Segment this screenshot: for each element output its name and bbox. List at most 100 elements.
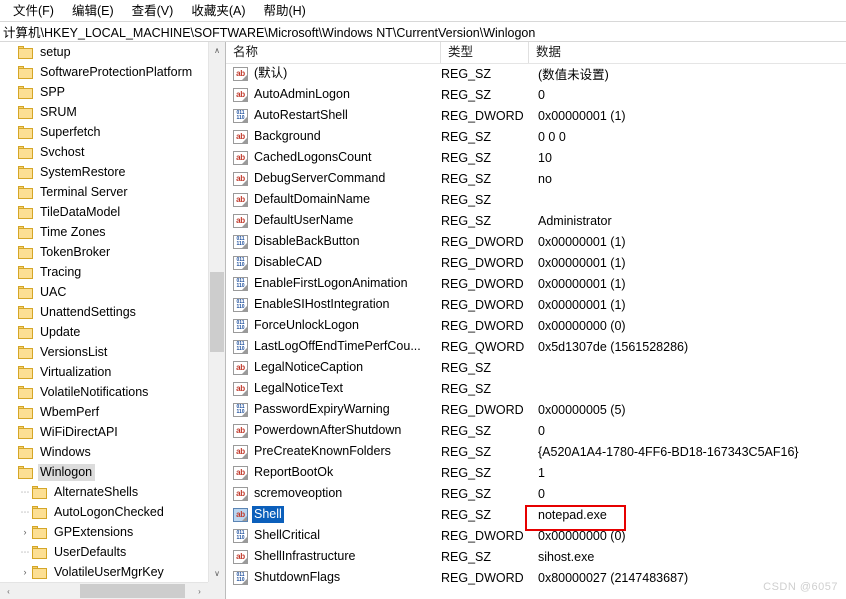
table-row[interactable]: ab PowerdownAfterShutdown REG_SZ 0 bbox=[226, 420, 846, 441]
value-type-cell: REG_DWORD bbox=[441, 318, 524, 333]
tree-item-softwareprotectionplatform[interactable]: SoftwareProtectionPlatform bbox=[0, 62, 208, 82]
tree-item-wbemperf[interactable]: WbemPerf bbox=[0, 402, 208, 422]
table-row[interactable]: 011 110 EnableFirstLogonAnimation REG_DWORD… bbox=[226, 273, 846, 294]
tree-scroll-thumb[interactable] bbox=[210, 272, 224, 352]
folder-icon bbox=[18, 305, 33, 319]
value-name-text: ShutdownFlags bbox=[254, 570, 341, 584]
table-row[interactable]: ab ShellInfrastructure REG_SZ sihost.exe bbox=[226, 546, 846, 567]
table-row[interactable]: 011 110 AutoRestartShell REG_DWORD 0x0000000… bbox=[226, 105, 846, 126]
table-row[interactable]: ab ReportBootOk REG_SZ 1 bbox=[226, 462, 846, 483]
table-row[interactable]: ab LegalNoticeText REG_SZ bbox=[226, 378, 846, 399]
string-value-icon: ab bbox=[233, 150, 248, 165]
tree-item-label: Update bbox=[40, 324, 81, 339]
value-name-cell: ab DefaultDomainName bbox=[226, 191, 441, 208]
table-row[interactable]: ab scremoveoption REG_SZ 0 bbox=[226, 483, 846, 504]
menu-file[interactable]: 文件(F) bbox=[4, 1, 63, 21]
tree-item-userdefaults[interactable]: ⋯ UserDefaults bbox=[0, 542, 208, 562]
tree-scroll-up-arrow[interactable]: ∧ bbox=[209, 42, 225, 59]
tree-item-windows[interactable]: Windows bbox=[0, 442, 208, 462]
value-name-cell: ab LegalNoticeCaption bbox=[226, 359, 441, 376]
menu-edit[interactable]: 编辑(E) bbox=[63, 1, 123, 21]
table-row[interactable]: 011 110 PasswordExpiryWarning REG_DWORD 0x00… bbox=[226, 399, 846, 420]
tree-item-svchost[interactable]: Svchost bbox=[0, 142, 208, 162]
table-row[interactable]: 011 110 DisableBackButton REG_DWORD 0x000000… bbox=[226, 231, 846, 252]
value-name-cell: 011 110 LastLogOffEndTimePerfCou... bbox=[226, 338, 441, 355]
tree-item-update[interactable]: Update bbox=[0, 322, 208, 342]
table-row[interactable]: ab Shell REG_SZ notepad.exe bbox=[226, 504, 846, 525]
tree-item-versionslist[interactable]: VersionsList bbox=[0, 342, 208, 362]
tree-item-gpextensions[interactable]: › GPExtensions bbox=[0, 522, 208, 542]
table-row[interactable]: 011 110 EnableSIHostIntegration REG_DWORD 0x… bbox=[226, 294, 846, 315]
column-header-data[interactable]: 数据 bbox=[529, 42, 846, 63]
value-name-text: DebugServerCommand bbox=[254, 171, 386, 185]
tree-horizontal-scrollbar[interactable]: ‹ › bbox=[0, 582, 208, 599]
tree-item-virtualization[interactable]: Virtualization bbox=[0, 362, 208, 382]
table-row[interactable]: 011 110 ShutdownFlags REG_DWORD 0x80000027 (… bbox=[226, 567, 846, 588]
tree-item-terminal-server[interactable]: Terminal Server bbox=[0, 182, 208, 202]
tree-scroll-right-arrow[interactable]: › bbox=[191, 583, 208, 599]
menu-view[interactable]: 查看(V) bbox=[123, 1, 183, 21]
value-data-cell: 0x00000001 (1) bbox=[538, 276, 626, 291]
tree-item-volatilenotifications[interactable]: VolatileNotifications bbox=[0, 382, 208, 402]
table-row[interactable]: ab LegalNoticeCaption REG_SZ bbox=[226, 357, 846, 378]
values-list[interactable]: ab (默认) REG_SZ (数值未设置) ab AutoAdminLogon REG_S… bbox=[226, 63, 846, 599]
tree-item-systemrestore[interactable]: SystemRestore bbox=[0, 162, 208, 182]
tree-vertical-scrollbar[interactable]: ∧ ∨ bbox=[208, 42, 225, 582]
tree-item-spp[interactable]: SPP bbox=[0, 82, 208, 102]
table-row[interactable]: 011 110 LastLogOffEndTimePerfCou... REG_QWO… bbox=[226, 336, 846, 357]
tree-item-autologonchecked[interactable]: ⋯ AutoLogonChecked bbox=[0, 502, 208, 522]
tree-item-time-zones[interactable]: Time Zones bbox=[0, 222, 208, 242]
chevron-right-icon[interactable]: › bbox=[18, 562, 32, 582]
value-name-text: PasswordExpiryWarning bbox=[254, 402, 390, 416]
address-bar[interactable]: 计算机\HKEY_LOCAL_MACHINE\SOFTWARE\Microsof… bbox=[0, 21, 846, 42]
dword-value-icon: 011 110 bbox=[233, 402, 248, 417]
value-name-text: LegalNoticeText bbox=[254, 381, 343, 395]
menu-help[interactable]: 帮助(H) bbox=[254, 1, 314, 21]
tree-item-label: AlternateShells bbox=[54, 484, 139, 499]
chevron-right-icon[interactable]: › bbox=[18, 522, 32, 542]
tree-item-alternateshells[interactable]: ⋯ AlternateShells bbox=[0, 482, 208, 502]
tree-item-label: Svchost bbox=[40, 144, 85, 159]
string-value-icon: ab bbox=[233, 171, 248, 186]
table-row[interactable]: 011 110 DisableCAD REG_DWORD 0x00000001 (1) bbox=[226, 252, 846, 273]
value-name-cell: 011 110 PasswordExpiryWarning bbox=[226, 401, 441, 418]
tree-item-unattendsettings[interactable]: UnattendSettings bbox=[0, 302, 208, 322]
tree-item-label: WbemPerf bbox=[40, 404, 100, 419]
table-row[interactable]: ab Background REG_SZ 0 0 0 bbox=[226, 126, 846, 147]
table-row[interactable]: ab DefaultUserName REG_SZ Administrator bbox=[226, 210, 846, 231]
value-data-cell: 0 0 0 bbox=[538, 129, 566, 144]
dword-value-icon: 011 110 bbox=[233, 528, 248, 543]
column-header-name[interactable]: 名称 bbox=[226, 42, 441, 63]
table-row[interactable]: ab (默认) REG_SZ (数值未设置) bbox=[226, 63, 846, 84]
tree-item-label: Tracing bbox=[40, 264, 82, 279]
tree-item-wifidirectapi[interactable]: WiFiDirectAPI bbox=[0, 422, 208, 442]
tree-item-superfetch[interactable]: Superfetch bbox=[0, 122, 208, 142]
string-value-icon: ab bbox=[233, 507, 248, 522]
tree-scroll-down-arrow[interactable]: ∨ bbox=[209, 565, 225, 582]
value-name-cell: ab Shell bbox=[226, 506, 441, 523]
tree-item-tiledatamodel[interactable]: TileDataModel bbox=[0, 202, 208, 222]
column-header-type[interactable]: 类型 bbox=[441, 42, 529, 63]
tree-item-tokenbroker[interactable]: TokenBroker bbox=[0, 242, 208, 262]
value-name-text: DisableBackButton bbox=[254, 234, 360, 248]
table-row[interactable]: ab DebugServerCommand REG_SZ no bbox=[226, 168, 846, 189]
tree-item-label: UAC bbox=[40, 284, 67, 299]
table-row[interactable]: ab CachedLogonsCount REG_SZ 10 bbox=[226, 147, 846, 168]
table-row[interactable]: 011 110 ShellCritical REG_DWORD 0x00000000 (… bbox=[226, 525, 846, 546]
tree-item-uac[interactable]: UAC bbox=[0, 282, 208, 302]
tree-item-tracing[interactable]: Tracing bbox=[0, 262, 208, 282]
registry-tree-list[interactable]: setup SoftwareProtectionPlatform SPP SRUM Su… bbox=[0, 42, 208, 582]
table-row[interactable]: ab PreCreateKnownFolders REG_SZ {A520A1A4-1… bbox=[226, 441, 846, 462]
tree-item-winlogon[interactable]: Winlogon bbox=[0, 462, 208, 482]
value-type-cell: REG_DWORD bbox=[441, 528, 524, 543]
table-row[interactable]: 011 110 ForceUnlockLogon REG_DWORD 0x0000000… bbox=[226, 315, 846, 336]
table-row[interactable]: ab AutoAdminLogon REG_SZ 0 bbox=[226, 84, 846, 105]
tree-hscroll-thumb[interactable] bbox=[80, 584, 185, 598]
table-row[interactable]: ab DefaultDomainName REG_SZ bbox=[226, 189, 846, 210]
tree-scroll-left-arrow[interactable]: ‹ bbox=[0, 583, 17, 599]
menu-favorites[interactable]: 收藏夹(A) bbox=[182, 1, 254, 21]
tree-item-srum[interactable]: SRUM bbox=[0, 102, 208, 122]
tree-item-volatileusermgrkey[interactable]: › VolatileUserMgrKey bbox=[0, 562, 208, 582]
tree-item-setup[interactable]: setup bbox=[0, 42, 208, 62]
